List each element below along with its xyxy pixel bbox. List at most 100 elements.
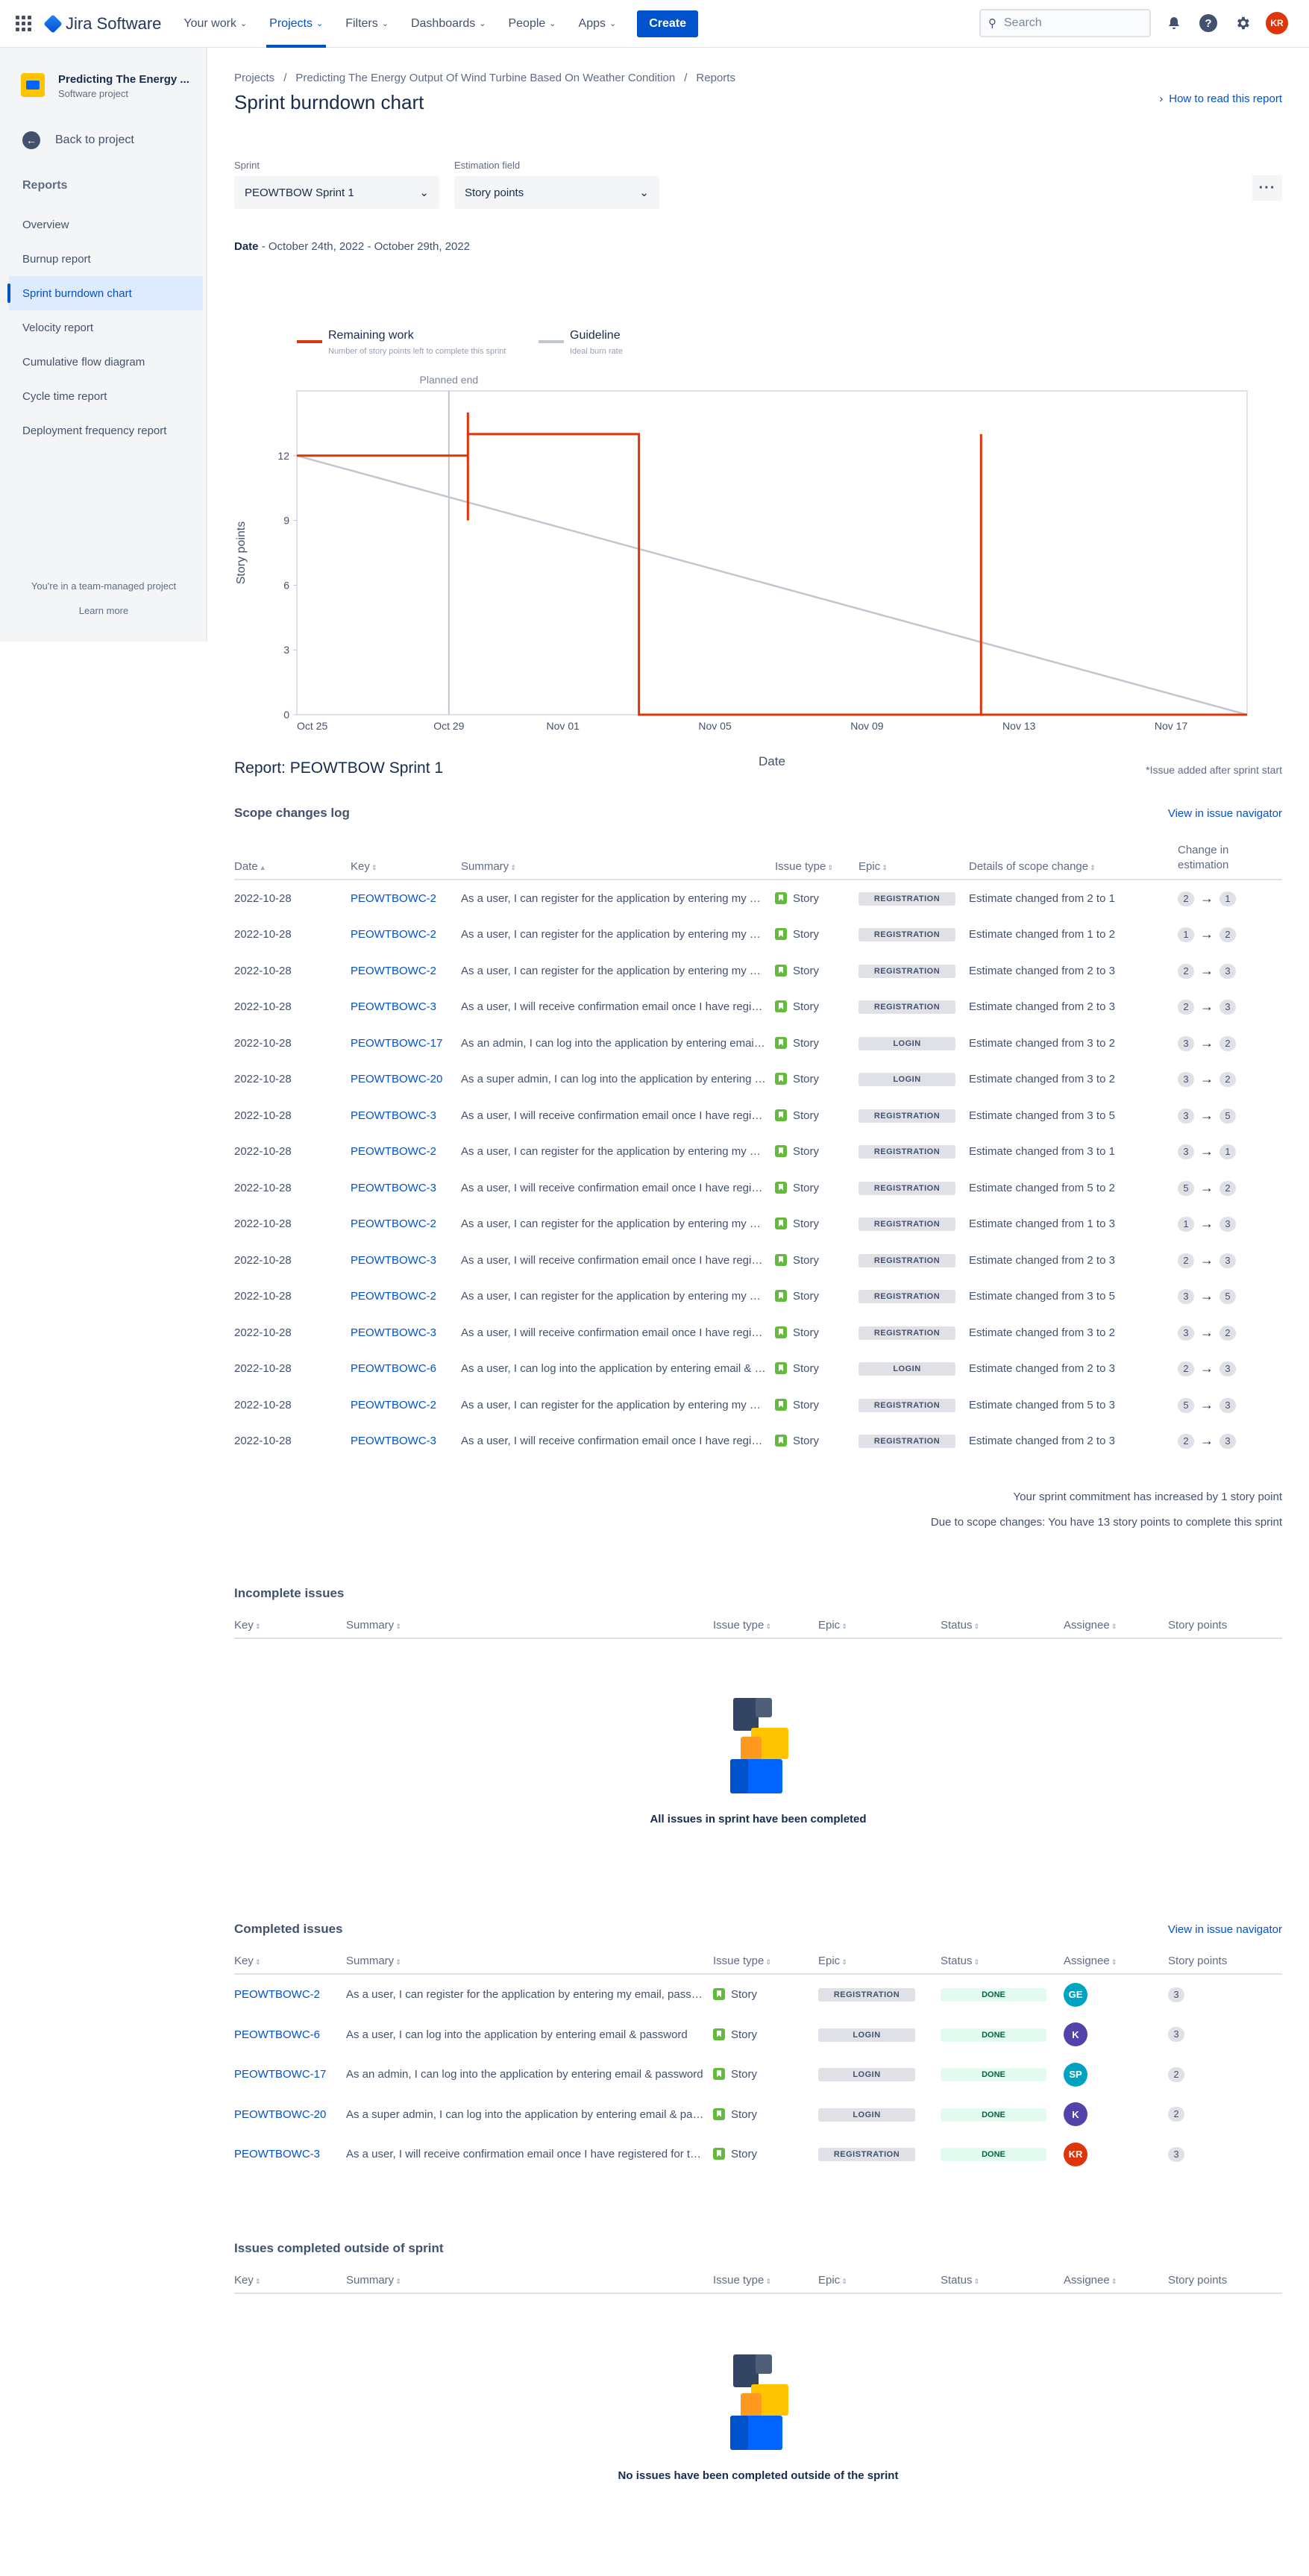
column-header-issue-type[interactable]: Issue type ⇕ <box>713 1619 818 1638</box>
column-header-key[interactable]: Key ⇕ <box>234 1619 346 1638</box>
settings-icon[interactable] <box>1231 12 1254 34</box>
column-header-assignee[interactable]: Assignee ⇕ <box>1064 1619 1168 1638</box>
issue-key-link[interactable]: PEOWTBOWC-3 <box>351 1109 436 1122</box>
column-header-assignee[interactable]: Assignee ⇕ <box>1064 2274 1168 2293</box>
sidebar-item-velocity-report[interactable]: Velocity report <box>9 310 203 345</box>
breadcrumb-item[interactable]: Reports <box>696 72 735 84</box>
nav-dashboards[interactable]: Dashboards ⌄ <box>411 17 486 31</box>
nav-people[interactable]: People ⌄ <box>508 17 556 31</box>
learn-more-link[interactable]: Learn more <box>0 605 207 616</box>
sidebar-item-sprint-burndown-chart[interactable]: Sprint burndown chart <box>7 276 203 310</box>
issue-key-link[interactable]: PEOWTBOWC-2 <box>351 1399 436 1411</box>
help-icon[interactable]: ? <box>1197 12 1219 34</box>
sprint-select[interactable]: PEOWTBOW Sprint 1 ⌄ <box>234 176 439 209</box>
summary-cell: As a user, I will receive confirmation e… <box>461 1181 775 1194</box>
breadcrumb-item[interactable]: Projects <box>234 72 274 84</box>
column-header-story-points[interactable]: Story points <box>1168 1619 1282 1638</box>
issue-key-link[interactable]: PEOWTBOWC-6 <box>234 2028 320 2041</box>
column-header-epic[interactable]: Epic ⇕ <box>858 860 969 879</box>
app-switcher-icon[interactable] <box>15 16 31 32</box>
assignee-avatar[interactable]: SP <box>1064 2062 1087 2087</box>
issue-key-link[interactable]: PEOWTBOWC-20 <box>234 2108 326 2121</box>
issue-key-link[interactable]: PEOWTBOWC-2 <box>351 1218 436 1230</box>
issue-key-link[interactable]: PEOWTBOWC-3 <box>351 1254 436 1267</box>
column-header-assignee[interactable]: Assignee ⇕ <box>1064 1955 1168 1973</box>
nav-filters[interactable]: Filters ⌄ <box>345 17 389 31</box>
issue-key-link[interactable]: PEOWTBOWC-3 <box>234 2148 320 2160</box>
user-avatar[interactable]: KR <box>1266 12 1288 34</box>
column-header-issue-type[interactable]: Issue type ⇕ <box>713 2274 818 2293</box>
column-header-status[interactable]: Status ⇕ <box>941 1619 1064 1638</box>
column-header-label: Epic <box>818 1955 841 1967</box>
column-header-key[interactable]: Key ⇕ <box>234 2274 346 2293</box>
column-header-epic[interactable]: Epic ⇕ <box>818 1955 941 1973</box>
column-header-change-in-estimation[interactable]: Change in estimation <box>1178 843 1282 879</box>
issue-key-link[interactable]: PEOWTBOWC-3 <box>351 1182 436 1194</box>
column-header-details-of-scope-change[interactable]: Details of scope change ⇕ <box>969 860 1178 879</box>
column-header-issue-type[interactable]: Issue type ⇕ <box>775 860 858 879</box>
nav-your-work[interactable]: Your work ⌄ <box>183 17 247 31</box>
issue-key-link[interactable]: PEOWTBOWC-3 <box>351 1435 436 1447</box>
assignee-avatar[interactable]: KR <box>1064 2142 1087 2166</box>
assignee-avatar[interactable]: K <box>1064 2022 1087 2047</box>
column-header-epic[interactable]: Epic ⇕ <box>818 1619 941 1638</box>
assignee-avatar[interactable]: K <box>1064 2102 1087 2127</box>
column-header-epic[interactable]: Epic ⇕ <box>818 2274 941 2293</box>
create-button[interactable]: Create <box>637 10 699 37</box>
burndown-chart: Remaining work Number of story points lef… <box>234 272 1282 779</box>
issue-key-link[interactable]: PEOWTBOWC-6 <box>351 1362 436 1375</box>
issue-key-link[interactable]: PEOWTBOWC-17 <box>234 2068 326 2081</box>
assignee-avatar[interactable]: GE <box>1064 1982 1087 2007</box>
column-header-story-points[interactable]: Story points <box>1168 2274 1282 2293</box>
nav-apps[interactable]: Apps ⌄ <box>579 17 617 31</box>
issue-key-link[interactable]: PEOWTBOWC-3 <box>351 1326 436 1339</box>
sidebar-item-burnup-report[interactable]: Burnup report <box>9 242 203 276</box>
completed-view-in-issue-navigator-link[interactable]: View in issue navigator <box>1168 1923 1282 1936</box>
view-in-issue-navigator-link[interactable]: View in issue navigator <box>1168 807 1282 820</box>
issue-key-link[interactable]: PEOWTBOWC-2 <box>234 1988 320 2001</box>
date-cell: 2022-10-28 <box>234 1435 292 1448</box>
breadcrumb-separator: / <box>283 72 287 84</box>
search-input[interactable]: ⚲ Search <box>979 9 1151 37</box>
issue-type: Story <box>731 2028 758 2041</box>
column-header-key[interactable]: Key ⇕ <box>351 860 461 879</box>
arrow-right-icon: → <box>1200 999 1214 1015</box>
issue-key-link[interactable]: PEOWTBOWC-3 <box>351 1000 436 1013</box>
jira-logo[interactable]: Jira Software <box>43 14 161 34</box>
sidebar-item-cycle-time-report[interactable]: Cycle time report <box>9 379 203 413</box>
summary-cell: As a user, I will receive confirmation e… <box>461 1326 775 1339</box>
issue-key-link[interactable]: PEOWTBOWC-2 <box>351 892 436 905</box>
scope-detail-cell: Estimate changed from 5 to 3 <box>969 1398 1115 1411</box>
column-header-summary[interactable]: Summary ⇕ <box>346 1619 713 1638</box>
sidebar-item-overview[interactable]: Overview <box>9 207 203 242</box>
issue-type: Story <box>793 1109 820 1122</box>
more-actions-button[interactable]: ··· <box>1252 175 1282 201</box>
notification-icon[interactable] <box>1163 12 1185 34</box>
column-header-status[interactable]: Status ⇕ <box>941 1955 1064 1973</box>
table-row: PEOWTBOWC-2 As a user, I can register for… <box>234 1975 1282 2015</box>
back-to-project-link[interactable]: ← Back to project <box>22 131 134 149</box>
column-header-issue-type[interactable]: Issue type ⇕ <box>713 1955 818 1973</box>
epic-lozenge: LOGIN <box>818 2108 915 2122</box>
sidebar-item-cumulative-flow-diagram[interactable]: Cumulative flow diagram <box>9 345 203 379</box>
column-header-summary[interactable]: Summary ⇕ <box>346 2274 713 2293</box>
issue-key-link[interactable]: PEOWTBOWC-17 <box>351 1037 442 1050</box>
issue-key-link[interactable]: PEOWTBOWC-20 <box>351 1073 442 1085</box>
column-header-story-points[interactable]: Story points <box>1168 1955 1282 1973</box>
column-header-date[interactable]: Date ▲ <box>234 860 351 879</box>
issue-key-link[interactable]: PEOWTBOWC-2 <box>351 1145 436 1158</box>
column-header-summary[interactable]: Summary ⇕ <box>461 860 775 879</box>
issue-key-link[interactable]: PEOWTBOWC-2 <box>351 965 436 977</box>
column-header-summary[interactable]: Summary ⇕ <box>346 1955 713 1973</box>
column-header-status[interactable]: Status ⇕ <box>941 2274 1064 2293</box>
sidebar-item-deployment-frequency-report[interactable]: Deployment frequency report <box>9 413 203 448</box>
issue-key-link[interactable]: PEOWTBOWC-2 <box>351 928 436 941</box>
column-header-key[interactable]: Key ⇕ <box>234 1955 346 1973</box>
how-to-read-link[interactable]: › How to read this report <box>1159 93 1282 105</box>
nav-projects[interactable]: Projects ⌄ <box>269 17 323 31</box>
breadcrumb-item[interactable]: Predicting The Energy Output Of Wind Tur… <box>295 72 675 84</box>
estimation-select[interactable]: Story points ⌄ <box>454 176 659 209</box>
project-header[interactable]: Predicting The Energy ... Software proje… <box>21 73 189 99</box>
issue-key-link[interactable]: PEOWTBOWC-2 <box>351 1290 436 1303</box>
table-row: 2022-10-28 PEOWTBOWC-6 As a user, I can lo… <box>234 1351 1282 1388</box>
